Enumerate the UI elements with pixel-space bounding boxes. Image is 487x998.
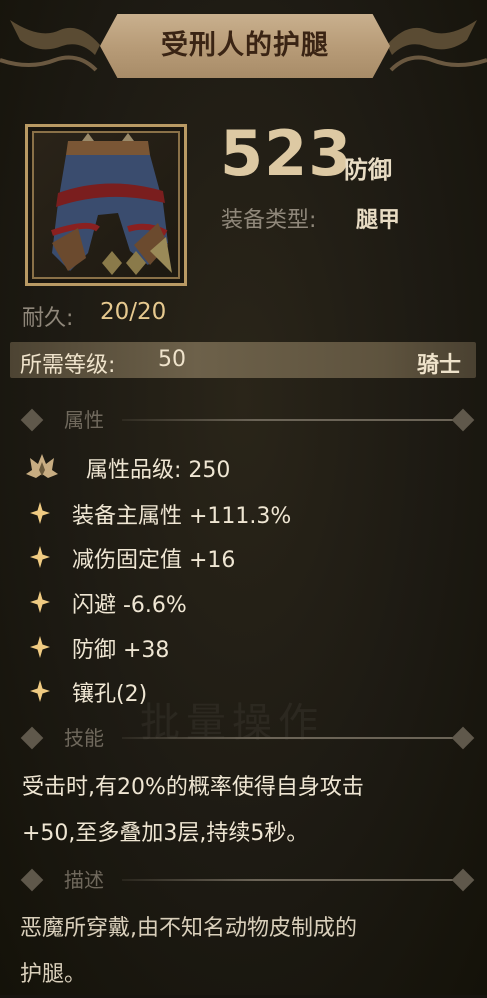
leg-armor-icon — [51, 133, 172, 275]
diamond-icon — [20, 868, 44, 892]
diamond-icon — [20, 408, 44, 432]
star-icon — [30, 546, 50, 568]
attributes-section-header: 属性 — [20, 406, 475, 434]
section-divider — [122, 419, 457, 421]
section-label: 描述 — [64, 868, 104, 892]
attribute-text: 减伤固定值 +16 — [72, 548, 236, 573]
attribute-text: 防御 +38 — [72, 638, 170, 663]
equipment-type-label: 装备类型: — [221, 208, 317, 233]
required-level-label: 所需等级: — [20, 353, 116, 378]
attribute-grade: 属性品级: 250 — [86, 458, 231, 483]
durability-label: 耐久: — [22, 306, 74, 331]
description-section-header: 描述 — [20, 866, 475, 894]
attribute-text: 装备主属性 +111.3% — [72, 504, 292, 529]
diamond-icon — [20, 726, 44, 750]
description-line: 恶魔所穿戴,由不知名动物皮制成的 — [20, 916, 357, 941]
item-description: 恶魔所穿戴,由不知名动物皮制成的 护腿。 — [20, 906, 475, 998]
item-name: 受刑人的护腿 — [161, 30, 329, 61]
diamond-icon — [451, 868, 475, 892]
section-label: 属性 — [64, 408, 104, 432]
title-banner: 受刑人的护腿 — [0, 0, 487, 92]
item-tooltip-panel: 批量操作 受刑人的护腿 523 防御 装备类型: 腿甲 耐久: 20/20 所需… — [0, 0, 487, 995]
attribute-text: 闪避 -6.6% — [72, 593, 187, 618]
skill-section-header: 技能 — [20, 724, 475, 752]
description-line: 护腿。 — [20, 962, 87, 987]
star-icon — [30, 680, 50, 702]
skill-line: 受击时,有20%的概率使得自身攻击 — [22, 775, 364, 800]
section-label: 技能 — [64, 726, 104, 750]
required-level-value: 50 — [158, 347, 186, 372]
required-class: 骑士 — [416, 353, 461, 378]
star-icon — [30, 636, 50, 658]
diamond-icon — [451, 408, 475, 432]
skill-description: 受击时,有20%的概率使得自身攻击 +50,至多叠加3层,持续5秒。 — [22, 765, 472, 857]
attribute-text: 镶孔(2) — [72, 682, 148, 707]
section-divider — [122, 879, 457, 881]
crown-icon — [26, 454, 58, 478]
star-icon — [30, 591, 50, 613]
defense-unit: 防御 — [344, 156, 392, 184]
defense-value: 523 — [220, 117, 353, 190]
section-divider — [122, 737, 457, 739]
star-icon — [30, 502, 50, 524]
durability-value: 20/20 — [100, 299, 167, 325]
diamond-icon — [451, 726, 475, 750]
item-icon-frame[interactable] — [25, 124, 187, 286]
skill-line: +50,至多叠加3层,持续5秒。 — [22, 821, 309, 846]
equipment-type-value: 腿甲 — [356, 208, 401, 233]
